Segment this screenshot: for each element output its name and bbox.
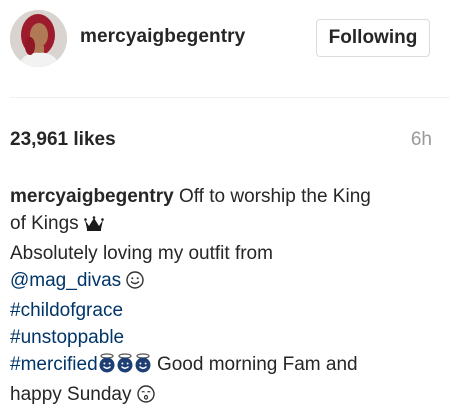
caption-line: happy Sunday: [10, 381, 440, 411]
caption-text: Good morning Fam and: [156, 354, 358, 375]
caption-text: Off to worship the King: [178, 186, 371, 207]
avatar[interactable]: [10, 10, 67, 67]
caption-line: Absolutely loving my outfit from: [10, 240, 440, 267]
post-header: mercyaigbegentry Following: [0, 0, 450, 80]
crown-icon: [84, 213, 104, 240]
divider: [10, 97, 450, 98]
following-button[interactable]: Following: [316, 19, 430, 57]
caption-text: Absolutely loving my outfit from: [10, 243, 273, 264]
smiling-face-with-halo-icon: [98, 353, 116, 381]
post-caption: mercyaigbegentry Off to worship the King…: [10, 183, 440, 411]
post-author-username[interactable]: mercyaigbegentry: [80, 26, 245, 48]
caption-line: of Kings: [10, 210, 440, 240]
hashtag-link[interactable]: #childofgrace: [10, 300, 123, 321]
post-timestamp[interactable]: 6h: [411, 129, 432, 151]
caption-text: of Kings: [10, 213, 79, 234]
caption-line: mercyaigbegentry Off to worship the King: [10, 183, 440, 210]
hashtag-link[interactable]: #unstoppable: [10, 327, 124, 348]
caption-line: #mercified Good morning Fam and: [10, 351, 440, 381]
caption-author[interactable]: mercyaigbegentry: [10, 186, 174, 207]
caption-text: happy Sunday: [10, 384, 132, 405]
caption-line: @mag_divas: [10, 267, 440, 297]
likes-count[interactable]: 23,961 likes: [10, 129, 116, 151]
smiling-face-with-halo-icon: [134, 353, 152, 381]
smiling-face-icon: [126, 270, 145, 297]
hashtag-link[interactable]: #mercified: [10, 354, 98, 375]
caption-line: #unstoppable: [10, 324, 440, 351]
mention-link[interactable]: @mag_divas: [10, 270, 121, 291]
smiling-face-with-halo-icon: [116, 353, 134, 381]
kissing-face-icon: [137, 384, 155, 411]
caption-line: #childofgrace: [10, 297, 440, 324]
